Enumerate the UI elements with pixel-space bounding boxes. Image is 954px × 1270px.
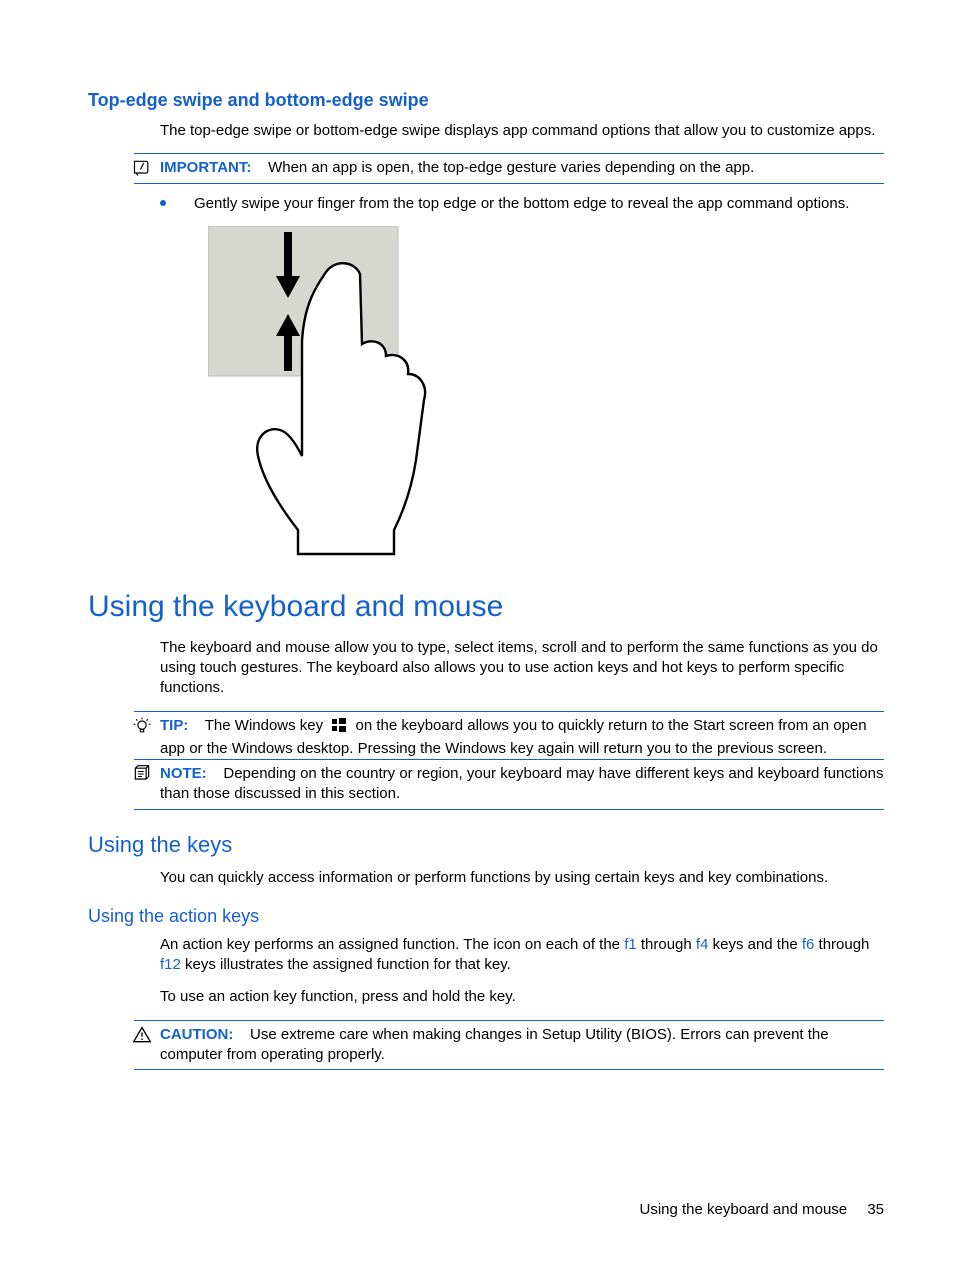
paragraph: An action key performs an assigned funct…	[160, 935, 884, 976]
tip-icon	[132, 716, 154, 738]
note-callout: NOTE: Depending on the country or region…	[134, 759, 884, 810]
tip-callout: TIP: The Windows key on the keyboard all…	[134, 711, 884, 760]
important-label: IMPORTANT:	[160, 159, 251, 176]
tip-text-a: The Windows key	[205, 717, 323, 734]
paragraph: The keyboard and mouse allow you to type…	[160, 638, 884, 699]
caution-text: Use extreme care when making changes in …	[160, 1026, 829, 1063]
heading-using-keyboard-mouse: Using the keyboard and mouse	[88, 590, 884, 624]
tip-label: TIP:	[160, 717, 188, 734]
page-footer: Using the keyboard and mouse 35	[640, 1201, 885, 1218]
heading-using-action-keys: Using the action keys	[88, 906, 884, 927]
caution-callout: CAUTION: Use extreme care when making ch…	[134, 1020, 884, 1071]
paragraph: You can quickly access information or pe…	[160, 868, 884, 888]
note-label: NOTE:	[160, 765, 207, 782]
windows-key-icon	[331, 717, 347, 739]
heading-top-edge-swipe: Top-edge swipe and bottom-edge swipe	[88, 90, 884, 111]
caution-icon	[132, 1025, 154, 1047]
bullet-text: Gently swipe your finger from the top ed…	[194, 194, 849, 214]
key-f12: f12	[160, 956, 181, 973]
note-icon	[132, 764, 154, 786]
note-text: Depending on the country or region, your…	[160, 765, 883, 802]
caution-label: CAUTION:	[160, 1026, 233, 1043]
paragraph: To use an action key function, press and…	[160, 987, 884, 1007]
key-f4: f4	[696, 936, 709, 953]
bullet-dot-icon	[160, 200, 166, 206]
key-f1: f1	[624, 936, 637, 953]
gesture-figure	[208, 226, 884, 560]
key-f6: f6	[802, 936, 815, 953]
page-number: 35	[867, 1201, 884, 1218]
bullet-item: Gently swipe your finger from the top ed…	[160, 194, 884, 214]
footer-section-title: Using the keyboard and mouse	[640, 1201, 848, 1218]
document-page: Top-edge swipe and bottom-edge swipe The…	[0, 0, 954, 1270]
heading-using-keys: Using the keys	[88, 832, 884, 858]
paragraph: The top-edge swipe or bottom-edge swipe …	[160, 121, 884, 141]
important-text: When an app is open, the top-edge gestur…	[268, 159, 754, 176]
important-callout: IMPORTANT: When an app is open, the top-…	[134, 153, 884, 183]
important-icon	[132, 158, 154, 180]
